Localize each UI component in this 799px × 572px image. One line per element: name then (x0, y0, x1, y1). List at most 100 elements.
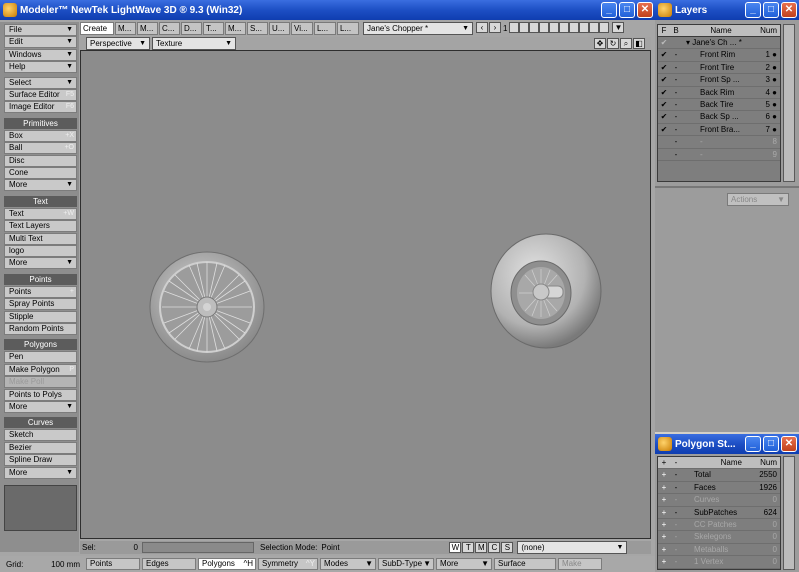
tab-utilities[interactable]: U... (269, 22, 290, 35)
minimize-button[interactable]: _ (745, 2, 761, 18)
tab-map[interactable]: M... (225, 22, 246, 35)
minus-icon[interactable]: - (670, 544, 682, 555)
layer-row[interactable]: ✔ - Back Tire 5 ● (658, 99, 780, 112)
prev-layer-button[interactable]: ‹ (476, 22, 488, 33)
zoom-view-icon[interactable]: ⌕ (620, 38, 632, 49)
minimize-button[interactable]: _ (745, 436, 761, 452)
menu-text-layers-button[interactable]: Text Layers (4, 220, 77, 233)
layer-toggle-3[interactable] (529, 22, 540, 33)
stat-row[interactable]: + - Total 2550 (658, 469, 780, 482)
layer-row[interactable]: --9 (658, 149, 780, 161)
menu-points-to-polys-button[interactable]: Points to Polys (4, 388, 77, 401)
menu-edit-button[interactable]: Edit ▼ (4, 36, 77, 49)
layer-toggle-2[interactable] (519, 22, 530, 33)
col-num[interactable]: Num (756, 25, 780, 36)
plus-icon[interactable]: + (658, 519, 670, 530)
menu-help-button[interactable]: Help ▼ (4, 61, 77, 74)
layer-toggle-7[interactable] (569, 22, 580, 33)
maximize-button[interactable]: □ (619, 2, 635, 18)
layer-toggle-5[interactable] (549, 22, 560, 33)
layer-object-row[interactable]: ✔ ▾ Jane's Ch ... * (658, 37, 780, 50)
check-icon[interactable]: ✔ (658, 37, 670, 48)
surface-button[interactable]: Surface (494, 558, 556, 570)
layer-row[interactable]: ✔ - Front Sp ... 3 ● (658, 74, 780, 87)
menu-select-button[interactable]: Select ▼ (4, 76, 77, 89)
wtmcs-c[interactable]: C (488, 542, 501, 553)
plus-icon[interactable]: + (658, 482, 670, 493)
check-icon[interactable]: ✔ (658, 49, 670, 60)
tab-detail[interactable]: D... (181, 22, 202, 35)
tab-l2[interactable]: L... (337, 22, 359, 35)
stat-row[interactable]: + - Metaballs 0 (658, 544, 780, 557)
stat-row[interactable]: + - SubPatches 624 (658, 507, 780, 519)
plus-icon[interactable]: + (658, 556, 670, 567)
wtmcs-t[interactable]: T (462, 542, 475, 553)
make-button[interactable]: Make (558, 558, 602, 570)
menu-more-button[interactable]: More ▼ (4, 401, 77, 413)
layers-scrollbar[interactable] (783, 24, 795, 182)
menu-points-button[interactable]: Points + (4, 285, 77, 298)
layer-toggle-8[interactable] (579, 22, 590, 33)
close-button[interactable]: ✕ (781, 436, 797, 452)
wtmcs-w[interactable]: W (449, 542, 462, 553)
stat-row[interactable]: + - 1 Vertex 0 (658, 556, 780, 569)
layer-row[interactable]: ✔ - Front Tire 2 ● (658, 62, 780, 75)
layer-toggle-9[interactable] (589, 22, 600, 33)
stat-row[interactable]: + - Curves 0 (658, 494, 780, 507)
plus-icon[interactable]: + (658, 507, 670, 518)
plus-icon[interactable]: + (658, 494, 670, 505)
minus-icon[interactable]: - (670, 507, 682, 518)
layer-row[interactable]: ✔ - Back Rim 4 ● (658, 87, 780, 99)
layer-row[interactable]: --8 (658, 136, 780, 149)
menu-spline-draw-button[interactable]: Spline Draw (4, 454, 77, 467)
polygons-mode-button[interactable]: Polygons ^H (198, 558, 256, 570)
tab-modify[interactable]: M... (115, 22, 136, 35)
minus-icon[interactable]: - (670, 556, 682, 567)
stat-row[interactable]: + - CC Patches 0 (658, 519, 780, 532)
plus-icon[interactable]: + (658, 531, 670, 542)
check-icon[interactable] (658, 149, 670, 160)
symmetry-button[interactable]: Symmetry ^Y (258, 558, 318, 570)
menu-image-editor-button[interactable]: Image Editor F6 (4, 101, 77, 114)
wtmcs-m[interactable]: M (475, 542, 488, 553)
menu-text-button[interactable]: Text +W (4, 207, 77, 220)
maximize-view-icon[interactable]: ◧ (633, 38, 645, 49)
col-background[interactable]: B (670, 25, 682, 36)
tab-texture[interactable]: T... (203, 22, 224, 35)
layer-toggle-1[interactable] (509, 22, 520, 33)
check-icon[interactable]: ✔ (658, 99, 670, 110)
modes-button[interactable]: Modes ▼ (320, 558, 376, 570)
subd-type-button[interactable]: SubD-Type ▼ (378, 558, 434, 570)
menu-make-polygon-button[interactable]: Make Polygon P (4, 363, 77, 376)
check-icon[interactable]: ✔ (658, 74, 670, 85)
stat-row[interactable]: + - Faces 1926 (658, 482, 780, 495)
next-layer-button[interactable]: › (489, 22, 501, 33)
menu-windows-button[interactable]: Windows ▼ (4, 48, 77, 61)
object-select[interactable]: Jane's Chopper * ▼ (363, 22, 473, 35)
menu-sketch-button[interactable]: Sketch (4, 429, 77, 442)
minus-icon[interactable]: - (670, 494, 682, 505)
layer-menu-button[interactable]: ▼ (612, 22, 625, 33)
menu-bezier-button[interactable]: Bezier (4, 441, 77, 454)
menu-random-points-button[interactable]: Random Points (4, 323, 77, 335)
check-icon[interactable]: ✔ (658, 124, 670, 135)
layer-row[interactable]: ✔ - Back Sp ... 6 ● (658, 111, 780, 124)
more-button[interactable]: More ▼ (436, 558, 492, 570)
menu-surface-editor-button[interactable]: Surface Editor F5 (4, 89, 77, 101)
perspective-viewport[interactable] (80, 50, 651, 539)
menu-logo-button[interactable]: logo (4, 245, 77, 257)
render-mode-select[interactable]: Texture ▼ (152, 37, 236, 50)
wtmcs-s[interactable]: S (501, 542, 514, 553)
tab-view[interactable]: Vi... (291, 22, 313, 35)
minus-icon[interactable]: - (670, 531, 682, 542)
col-name[interactable]: Name (682, 25, 756, 36)
view-type-select[interactable]: Perspective ▼ (86, 37, 150, 50)
tab-construct[interactable]: C... (159, 22, 180, 35)
move-view-icon[interactable]: ✥ (594, 38, 606, 49)
col-foreground[interactable]: F (658, 25, 670, 36)
tab-setup[interactable]: S... (247, 22, 268, 35)
menu-more-button[interactable]: More ▼ (4, 257, 77, 270)
close-button[interactable]: ✕ (637, 2, 653, 18)
check-icon[interactable] (658, 136, 670, 147)
layer-row[interactable]: ✔ - Front Bra... 7 ● (658, 124, 780, 137)
